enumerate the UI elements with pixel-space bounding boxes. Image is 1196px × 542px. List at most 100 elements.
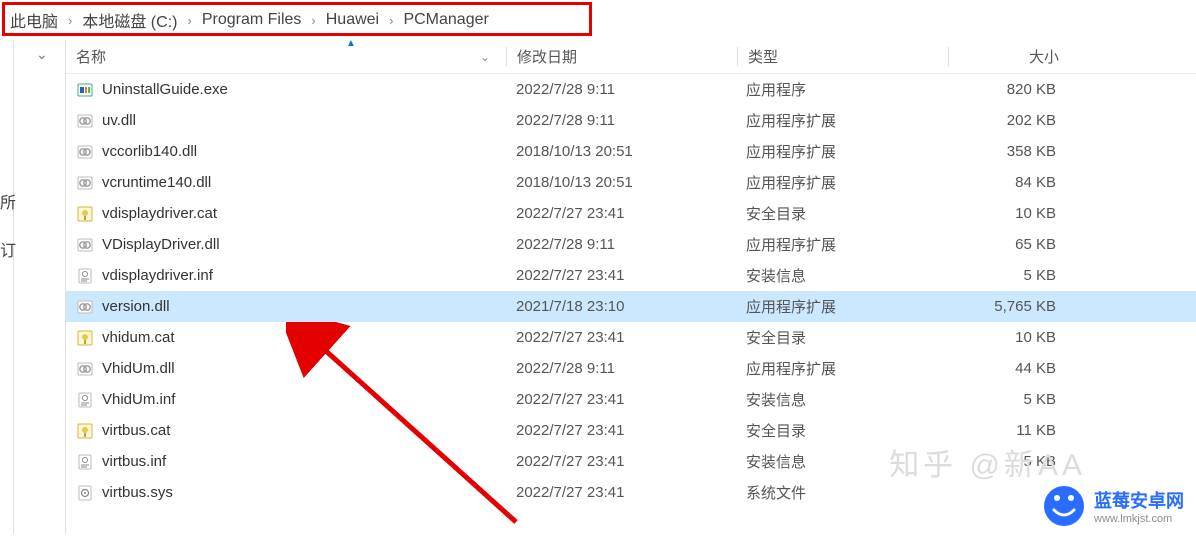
file-row[interactable]: virtbus.cat 2022/7/27 23:41安全目录11 KB [66,415,1196,446]
column-header-label: 修改日期 [517,46,577,67]
file-size: 820 KB [946,74,1066,105]
sort-indicator-icon: ▲ [346,38,356,49]
file-date: 2021/7/18 23:10 [506,291,736,322]
chevron-right-icon: › [187,13,191,28]
file-type: 应用程序扩展 [736,136,946,167]
chevron-right-icon: › [311,13,315,28]
file-row[interactable]: uv.dll 2022/7/28 9:11应用程序扩展202 KB [66,105,1196,136]
dll-file-icon [76,112,94,130]
nav-tree-area[interactable]: ⌄ [14,40,66,534]
breadcrumb-segment[interactable]: 本地磁盘 (C:) [82,8,177,32]
file-name: version.dll [102,298,170,315]
column-header-label: 大小 [1029,46,1059,67]
file-type: 安装信息 [736,384,946,415]
file-size: 202 KB [946,105,1066,136]
file-name: vcruntime140.dll [102,174,211,191]
file-date: 2018/10/13 20:51 [506,136,736,167]
file-size: 10 KB [946,322,1066,353]
file-date: 2022/7/28 9:11 [506,105,736,136]
breadcrumb-segment[interactable]: Huawei [326,11,379,29]
file-name: virtbus.sys [102,484,173,501]
column-header-label: 名称 [76,46,106,67]
file-row[interactable]: virtbus.inf2022/7/27 23:41安装信息5 KB [66,446,1196,477]
watermark-url: www.lmkjst.com [1094,513,1184,525]
tree-caret-down-icon[interactable]: ⌄ [36,46,48,63]
file-date: 2022/7/27 23:41 [506,260,736,291]
column-header-name[interactable]: 名称 ⌄ [66,40,506,73]
file-type: 应用程序 [736,74,946,105]
file-type: 应用程序扩展 [736,291,946,322]
column-headers[interactable]: ▲ 名称 ⌄ 修改日期 类型 大小 [66,40,1196,74]
chevron-right-icon: › [389,13,393,28]
breadcrumb[interactable]: 此电脑 › 本地磁盘 (C:) › Program Files › Huawei › PCMan… [0,0,499,40]
file-date: 2022/7/27 23:41 [506,477,736,508]
file-row[interactable]: VhidUm.dll2022/7/28 9:11应用程序扩展44 KB [66,353,1196,384]
file-row[interactable]: vdisplaydriver.cat2022/7/27 23:41安全目录10 … [66,198,1196,229]
column-header-type[interactable]: 类型 [738,40,948,73]
file-size: 44 KB [946,353,1066,384]
file-type: 安全目录 [736,322,946,353]
file-row[interactable]: version.dll2021/7/18 23:10应用程序扩展5,765 KB [66,291,1196,322]
file-size: 84 KB [946,167,1066,198]
file-row[interactable]: vdisplaydriver.inf 2022/7/27 23:41安装信息5 K… [66,260,1196,291]
file-type: 安装信息 [736,260,946,291]
inf-file-icon [76,391,94,409]
file-date: 2022/7/27 23:41 [506,415,736,446]
file-type: 安全目录 [736,198,946,229]
file-name: vdisplaydriver.cat [102,205,217,222]
file-date: 2022/7/27 23:41 [506,322,736,353]
file-date: 2022/7/27 23:41 [506,198,736,229]
file-size: 65 KB [946,229,1066,260]
inf-file-icon [76,267,94,285]
watermark-logo: 蓝莓安卓网 www.lmkjst.com [1042,484,1184,528]
dll-file-icon [76,236,94,254]
file-name: virtbus.inf [102,453,166,470]
file-type: 系统文件 [736,477,946,508]
file-date: 2022/7/28 9:11 [506,74,736,105]
column-header-size[interactable]: 大小 [949,40,1069,73]
file-type: 应用程序扩展 [736,167,946,198]
file-name: UninstallGuide.exe [102,81,228,98]
file-type: 应用程序扩展 [736,105,946,136]
file-row[interactable]: vccorlib140.dll 2018/10/13 20:51应用程序扩展358… [66,136,1196,167]
cat-file-icon [76,422,94,440]
file-size: 358 KB [946,136,1066,167]
file-type: 应用程序扩展 [736,353,946,384]
file-size: 11 KB [946,415,1066,446]
column-header-date[interactable]: 修改日期 [507,40,737,73]
dll-file-icon [76,298,94,316]
dll-file-icon [76,143,94,161]
file-row[interactable]: vhidum.cat 2022/7/27 23:41安全目录10 KB [66,322,1196,353]
file-name: vhidum.cat [102,329,175,346]
file-name: VhidUm.inf [102,391,175,408]
dll-file-icon [76,174,94,192]
sys-file-icon [76,484,94,502]
column-header-label: 类型 [748,46,778,67]
file-name: VhidUm.dll [102,360,175,377]
file-date: 2018/10/13 20:51 [506,167,736,198]
cat-file-icon [76,205,94,223]
breadcrumb-segment[interactable]: PCManager [403,11,488,29]
file-type: 应用程序扩展 [736,229,946,260]
chevron-right-icon: › [68,13,72,28]
file-row[interactable]: UninstallGuide.exe 2022/7/28 9:11应用程序820 … [66,74,1196,105]
file-name: virtbus.cat [102,422,170,439]
file-size: 5 KB [946,384,1066,415]
file-size: 5 KB [946,260,1066,291]
address-bar[interactable]: 此电脑 › 本地磁盘 (C:) › Program Files › Huawei › PCMan… [0,0,1196,40]
file-name: uv.dll [102,112,136,129]
breadcrumb-segment[interactable]: Program Files [202,11,302,29]
dll-file-icon [76,360,94,378]
file-type: 安全目录 [736,415,946,446]
watermark-brand: 蓝莓安卓网 [1094,487,1184,513]
chevron-down-icon[interactable]: ⌄ [480,50,496,64]
file-name: vdisplaydriver.inf [102,267,213,284]
file-row[interactable]: virtbus.sys 2022/7/27 23:41系统文件 [66,477,1196,508]
breadcrumb-segment[interactable]: 此电脑 [10,8,58,32]
file-row[interactable]: vcruntime140.dll 2018/10/13 20:51应用程序扩展84… [66,167,1196,198]
file-date: 2022/7/28 9:11 [506,229,736,260]
file-row[interactable]: VhidUm.inf2022/7/27 23:41安装信息5 KB [66,384,1196,415]
file-row[interactable]: VDisplayDriver.dll2022/7/28 9:11应用程序扩展65… [66,229,1196,260]
file-name: vccorlib140.dll [102,143,197,160]
file-type: 安装信息 [736,446,946,477]
